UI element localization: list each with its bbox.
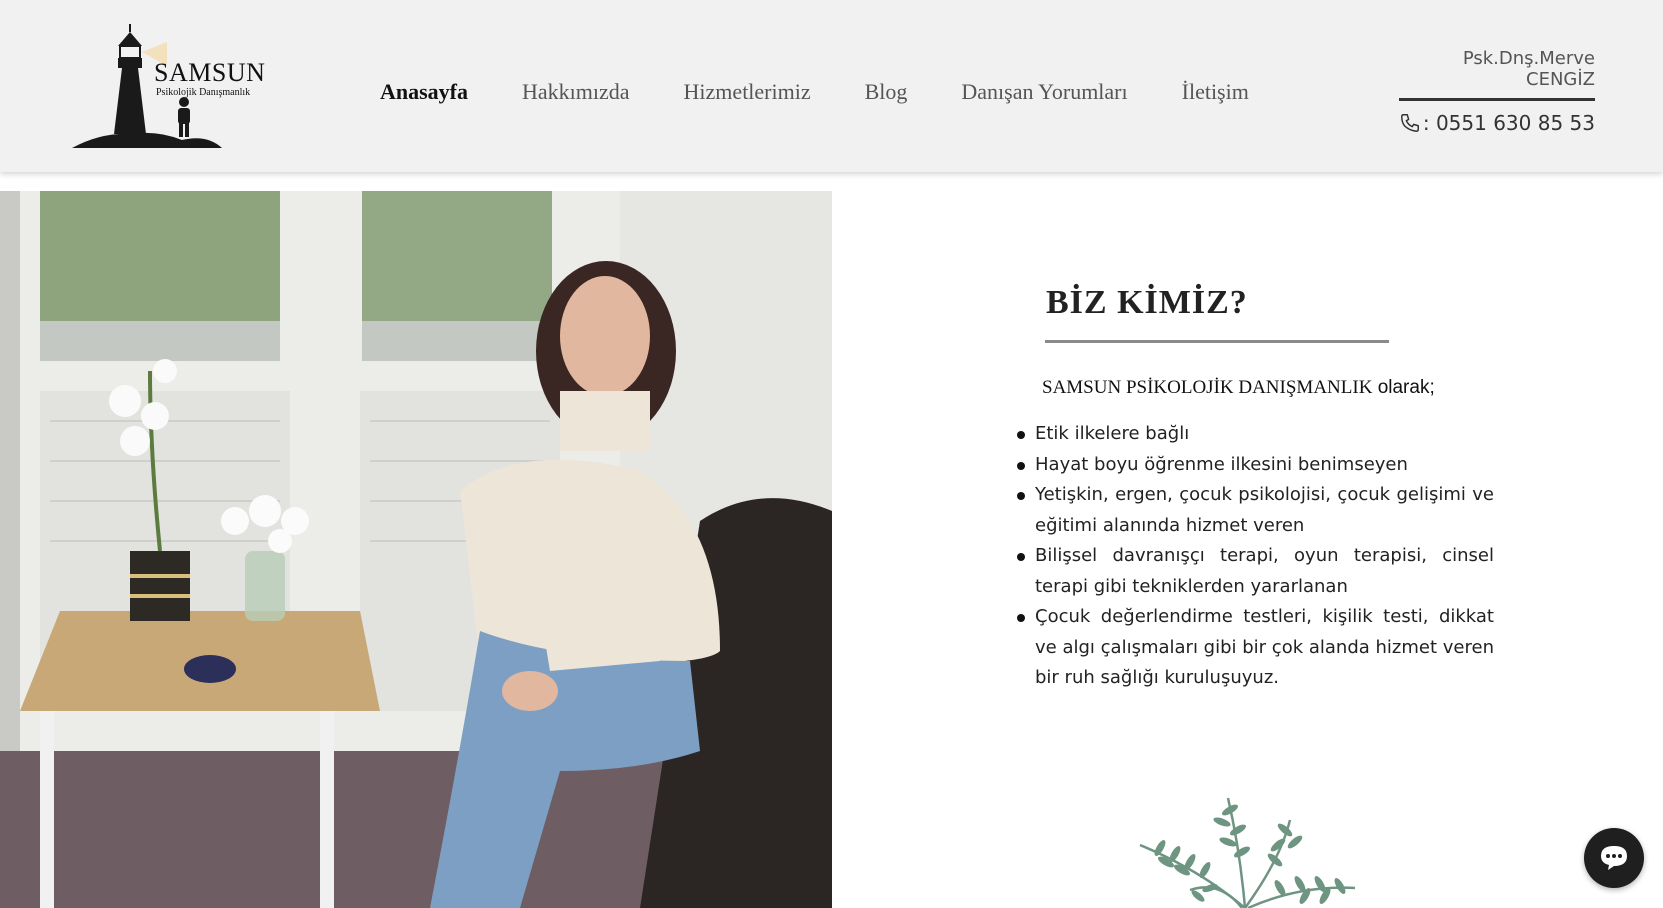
site-header: SAMSUN Psikolojik Danışmanlık Anasayfa H…	[0, 0, 1663, 172]
intro-brand: SAMSUN PSİKOLOJİK DANIŞMANLIK	[1042, 377, 1373, 398]
nav-item-danisan-yorumlari[interactable]: Danışan Yorumları	[961, 79, 1127, 105]
phone-number: : 0551 630 85 53	[1422, 111, 1595, 135]
logo-title: SAMSUN	[154, 58, 266, 87]
counselor-portrait-image	[0, 191, 832, 908]
hero-photo	[0, 191, 832, 908]
list-item: Yetişkin, ergen, çocuk psikolojisi, çocu…	[1014, 480, 1494, 541]
about-section: BİZ KİMİZ? SAMSUN PSİKOLOJİK DANIŞMANLIK…	[1000, 284, 1500, 694]
chat-button[interactable]	[1584, 828, 1644, 888]
intro-suffix: olarak;	[1372, 377, 1435, 398]
intro-text: SAMSUN PSİKOLOJİK DANIŞMANLIK olarak;	[1042, 377, 1500, 399]
logo-subtitle: Psikolojik Danışmanlık	[156, 87, 251, 98]
chat-bubble-icon	[1601, 846, 1627, 870]
list-item: Çocuk değerlendirme testleri, kişilik te…	[1014, 602, 1494, 694]
main-nav: Anasayfa Hakkımızda Hizmetlerimiz Blog D…	[380, 72, 1303, 112]
nav-item-hakkimizda[interactable]: Hakkımızda	[522, 79, 630, 105]
list-item: Etik ilkelere bağlı	[1014, 419, 1494, 450]
contact-divider	[1399, 98, 1595, 101]
contact-name: Psk.Dnş.Merve CENGİZ	[1462, 48, 1595, 90]
contact-block: Psk.Dnş.Merve CENGİZ : 0551 630 85 53	[1395, 48, 1595, 135]
nav-item-hizmetlerimiz[interactable]: Hizmetlerimiz	[684, 79, 811, 105]
feature-list: Etik ilkelere bağlı Hayat boyu öğrenme i…	[1014, 419, 1494, 694]
nav-item-blog[interactable]: Blog	[865, 79, 908, 105]
list-item: Bilişsel davranışçı terapi, oyun terapis…	[1014, 541, 1494, 602]
logo[interactable]: SAMSUN Psikolojik Danışmanlık	[72, 22, 266, 150]
contact-phone[interactable]: : 0551 630 85 53	[1395, 111, 1595, 135]
title-divider	[1045, 340, 1389, 343]
list-item: Hayat boyu öğrenme ilkesini benimseyen	[1014, 450, 1494, 481]
nav-item-iletisim[interactable]: İletişim	[1182, 79, 1249, 105]
plant-decoration-icon	[1139, 797, 1356, 908]
nav-item-anasayfa[interactable]: Anasayfa	[380, 79, 468, 105]
section-title: BİZ KİMİZ?	[1046, 284, 1248, 321]
phone-icon	[1400, 114, 1419, 132]
